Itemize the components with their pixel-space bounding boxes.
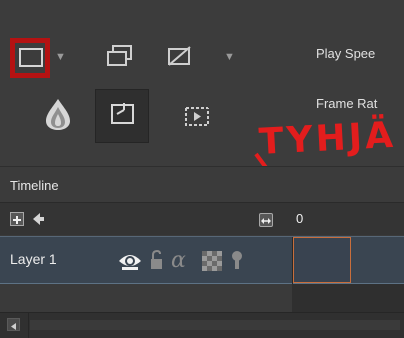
delete-frame-icon [168, 46, 191, 66]
scroll-left-icon [11, 323, 16, 330]
layer-name: Layer 1 [10, 251, 57, 267]
insert-keyframe-icon [185, 107, 209, 126]
keyframe-icon [111, 103, 134, 124]
svg-text:α: α [171, 249, 186, 271]
delete-frame-button[interactable] [160, 38, 200, 78]
left-arrow-icon[interactable] [31, 211, 45, 227]
frame-cell-0[interactable] [293, 237, 351, 283]
insert-keyframe-button[interactable] [177, 97, 217, 137]
visibility-eye-icon[interactable] [117, 249, 143, 271]
delete-frame-dropdown-caret[interactable]: ▼ [224, 51, 235, 63]
empty-layer-area [0, 284, 292, 312]
new-frame-dropdown-caret[interactable]: ▼ [55, 51, 66, 63]
annotation-highlight-box [10, 38, 50, 78]
timeline-title: Timeline [10, 178, 59, 193]
timeline-header: Timeline [0, 166, 404, 203]
duplicate-frame-icon [107, 45, 132, 66]
onion-skin-button[interactable] [38, 94, 78, 134]
play-speed-label: Play Spee [316, 46, 376, 61]
duplicate-frame-button[interactable] [100, 38, 140, 78]
scroll-left-button[interactable] [7, 318, 20, 331]
fit-frames-button[interactable] [259, 213, 273, 227]
scrollbar-divider [28, 313, 29, 338]
alpha-lock-icon[interactable]: α [170, 249, 194, 271]
timeline-scrollbar[interactable] [0, 312, 404, 338]
scroll-track[interactable] [30, 320, 400, 330]
layer-row[interactable]: Layer 1 α [0, 236, 404, 285]
transparency-checker-icon[interactable] [200, 249, 224, 271]
fit-frames-icon [261, 218, 271, 224]
add-layer-icon [13, 216, 21, 224]
empty-timeline-row [0, 284, 404, 312]
onion-skin-icon [46, 99, 70, 130]
lock-icon[interactable] [148, 249, 164, 271]
new-frame-button[interactable] [10, 38, 50, 78]
frame-rate-label: Frame Rat [316, 96, 378, 111]
add-layer-button[interactable] [10, 212, 24, 226]
frame-number: 0 [296, 211, 304, 226]
timeline-controls: 0 [0, 202, 404, 235]
keyframe-toggle-button[interactable] [95, 89, 149, 143]
pin-icon[interactable] [230, 249, 244, 271]
